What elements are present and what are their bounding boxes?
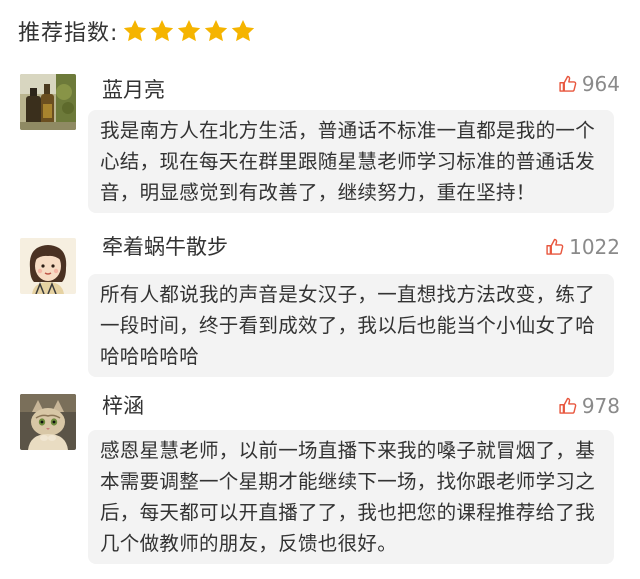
thumbs-up-icon: [545, 237, 565, 257]
comment-username[interactable]: 梓涵: [102, 392, 144, 420]
comment-text: 所有人都说我的声音是女汉子，一直想找方法改变，练了一段时间，终于看到成效了，我以…: [88, 274, 614, 377]
like-button[interactable]: 964: [558, 70, 620, 98]
star-icon: [230, 18, 256, 44]
star-icon: [122, 18, 148, 44]
bottles-photo-avatar-icon: [20, 74, 76, 130]
star-icon: [176, 18, 202, 44]
comment-text: 我是南方人在北方生活，普通话不标准一直都是我的一个心结，现在每天在群里跟随星慧老…: [88, 110, 614, 213]
rating-label: 推荐指数:: [18, 21, 119, 46]
like-button[interactable]: 978: [558, 392, 620, 420]
star-icon: [203, 18, 229, 44]
avatar[interactable]: [20, 74, 76, 130]
avatar[interactable]: [20, 238, 76, 294]
avatar[interactable]: [20, 394, 76, 450]
like-count: 978: [581, 394, 620, 418]
like-button[interactable]: 1022: [545, 233, 620, 261]
like-count: 964: [581, 72, 620, 96]
cat-photo-avatar-icon: [20, 394, 76, 450]
thumbs-up-icon: [558, 396, 578, 416]
like-count: 1022: [569, 235, 620, 259]
comment-text: 感恩星慧老师，以前一场直播下来我的嗓子就冒烟了，基本需要调整一个星期才能继续下一…: [88, 430, 614, 564]
star-icon: [149, 18, 175, 44]
thumbs-up-icon: [558, 74, 578, 94]
rating-stars: [122, 18, 257, 44]
rating-row: 推荐指数:: [18, 14, 257, 48]
comment-username[interactable]: 蓝月亮: [102, 76, 165, 104]
cartoon-girl-avatar-icon: [20, 238, 76, 294]
comment-username[interactable]: 牵着蜗牛散步: [102, 233, 228, 261]
